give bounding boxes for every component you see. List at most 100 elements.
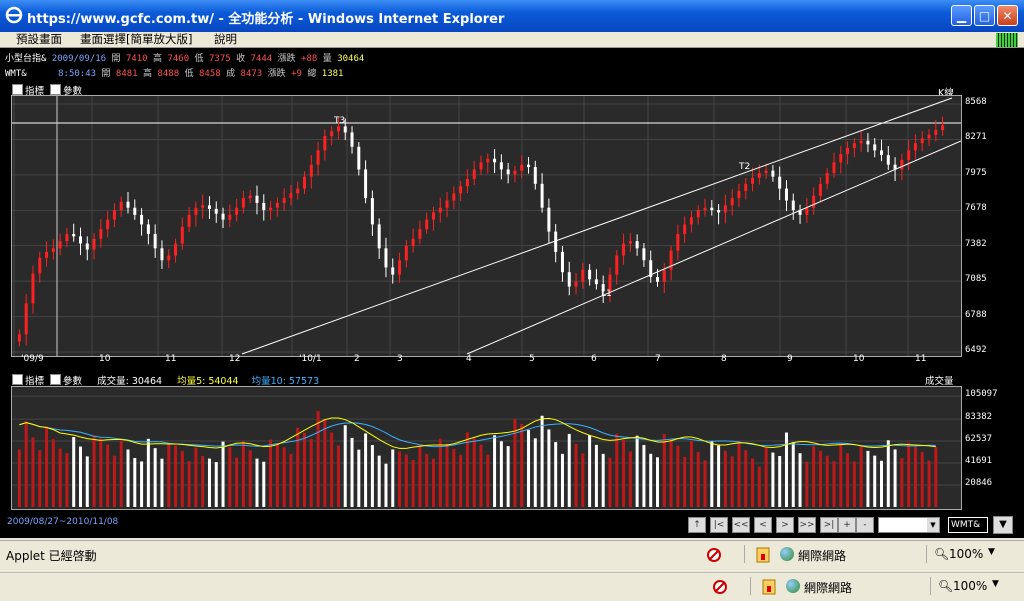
candle-body xyxy=(221,213,225,220)
quote2-open-label: 開 xyxy=(101,69,111,79)
quote1-date: 2009/09/16 xyxy=(51,54,107,64)
candle-body xyxy=(262,202,266,211)
candle-body xyxy=(676,233,680,251)
nav-button-7[interactable]: + xyxy=(838,517,856,533)
nav-button-0[interactable]: ↑ xyxy=(688,517,706,533)
nav-button-2[interactable]: << xyxy=(732,517,750,533)
menu-help[interactable]: 說明 xyxy=(214,32,237,47)
candle-body xyxy=(58,241,62,249)
volume-bar xyxy=(275,442,279,507)
magnifier-icon[interactable]: 🔍︎ xyxy=(934,547,949,561)
price-x-tick: 12 xyxy=(229,354,241,364)
candle-body xyxy=(275,202,279,208)
candle-body xyxy=(99,229,103,239)
candle-body xyxy=(350,132,354,147)
volume-bar xyxy=(45,426,49,507)
status-text: Applet 已經啓動 xyxy=(6,549,97,563)
menu-view-select[interactable]: 畫面選擇[簡單放大版] xyxy=(80,32,192,47)
zoom-dropdown-icon[interactable]: ▼ xyxy=(988,547,995,557)
candle-body xyxy=(479,162,483,170)
volume-bar xyxy=(180,450,184,507)
nav-button-5[interactable]: >> xyxy=(798,517,816,533)
volume-bar xyxy=(78,446,82,507)
candle-body xyxy=(696,210,700,218)
volume-bar xyxy=(757,466,761,507)
quote2-vol-label: 總 xyxy=(307,69,317,79)
volume-bar xyxy=(17,449,21,507)
minimize-button[interactable]: ▁ xyxy=(951,5,972,26)
quote1-close: 7444 xyxy=(250,54,273,64)
volume-bar xyxy=(791,442,795,507)
volume-bar xyxy=(499,441,503,507)
nav-button-8[interactable]: - xyxy=(856,517,874,533)
candle-body xyxy=(391,267,395,275)
nav-button-3[interactable]: < xyxy=(754,517,772,533)
candle-body xyxy=(133,207,137,215)
volume-bar xyxy=(418,445,422,507)
vol-indicator-toggle-icon[interactable] xyxy=(12,374,23,385)
volume-bar xyxy=(601,453,605,507)
annotation-l1: L1 xyxy=(601,289,612,299)
volume-bar xyxy=(920,451,924,507)
window-titlebar: https://www.gcfc.com.tw/ - 全功能分析 - Windo… xyxy=(0,0,1024,32)
volume-bar xyxy=(241,441,245,507)
candle-body xyxy=(913,143,917,151)
indicator-toggle-icon[interactable] xyxy=(12,84,23,95)
quote1-change-label: 漲跌 xyxy=(277,54,296,64)
close-button[interactable]: ✕ xyxy=(997,5,1018,26)
volume-bar xyxy=(99,438,103,507)
window-title: https://www.gcfc.com.tw/ - 全功能分析 - Windo… xyxy=(27,12,505,27)
volume-bar xyxy=(683,456,687,507)
symbol-dropdown-button[interactable]: ▼ xyxy=(993,516,1013,534)
symbol-input[interactable]: WMT& xyxy=(948,517,988,533)
volume-bar xyxy=(574,443,578,507)
zoom-dropdown-icon-2[interactable]: ▼ xyxy=(992,579,999,589)
chevron-down-icon[interactable]: ▼ xyxy=(927,518,939,532)
candle-body xyxy=(126,201,130,208)
candle-body xyxy=(934,130,938,135)
page-warning-icon-2[interactable] xyxy=(762,579,776,595)
quote1-open: 7410 xyxy=(125,54,148,64)
zoom-level[interactable]: 100% xyxy=(949,547,983,561)
candle-body xyxy=(533,167,537,184)
price-x-tick: 9 xyxy=(787,354,793,364)
nav-button-1[interactable]: |< xyxy=(710,517,728,533)
vol-y-tick: 105097 xyxy=(965,389,998,400)
privacy-eye-icon-2[interactable] xyxy=(712,579,728,595)
vol-param-toggle-icon[interactable] xyxy=(50,374,62,385)
date-range: 2009/08/27~2010/11/08 xyxy=(7,517,119,527)
volume-bar xyxy=(703,460,707,507)
volume-bar xyxy=(398,451,402,507)
magnifier-icon-2[interactable]: 🔍︎ xyxy=(938,579,953,593)
menu-default-view[interactable]: 預設畫面 xyxy=(16,32,62,47)
volume-bar xyxy=(472,438,476,507)
candle-body xyxy=(377,224,381,249)
volume-chart-panel[interactable] xyxy=(11,386,962,510)
maximize-button[interactable]: □ xyxy=(974,5,995,26)
status-grid-icon xyxy=(996,33,1018,47)
volume-bar xyxy=(452,448,456,507)
period-select[interactable]: ▼ xyxy=(878,517,940,533)
price-x-tick: 11 xyxy=(915,354,927,364)
candle-body xyxy=(886,155,890,165)
candle-body xyxy=(106,219,110,230)
candle-body xyxy=(289,193,293,199)
quote1-open-label: 開 xyxy=(111,54,121,64)
candle-body xyxy=(418,229,422,239)
volume-bar xyxy=(873,455,877,507)
volume-bar xyxy=(493,435,497,507)
privacy-eye-icon[interactable] xyxy=(706,547,722,563)
nav-button-4[interactable]: > xyxy=(776,517,794,533)
nav-button-6[interactable]: >| xyxy=(820,517,838,533)
zoom-level-2[interactable]: 100% xyxy=(953,579,987,593)
param-toggle-icon[interactable] xyxy=(50,84,62,95)
candle-body xyxy=(323,136,327,151)
price-chart-panel[interactable]: T3 T2 L1 xyxy=(11,95,962,357)
volume-bar xyxy=(635,435,639,507)
page-warning-icon[interactable] xyxy=(756,547,770,563)
volume-bar xyxy=(751,458,755,507)
candle-body xyxy=(635,241,639,249)
candle-body xyxy=(778,176,782,189)
price-x-tick: '10/1 xyxy=(299,354,322,364)
volume-bar xyxy=(540,415,544,507)
